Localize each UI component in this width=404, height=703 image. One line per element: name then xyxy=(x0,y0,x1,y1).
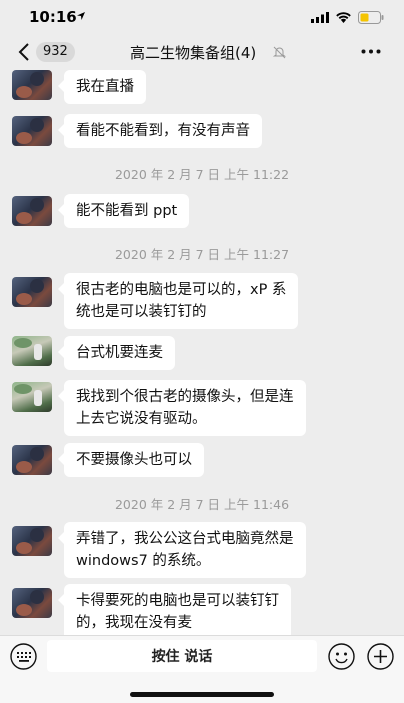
avatar[interactable] xyxy=(12,445,52,475)
message-text: 台式机要连麦 xyxy=(76,345,163,361)
home-indicator xyxy=(130,692,274,697)
chat-input-bar: 按住 说话 xyxy=(0,635,404,703)
message-text: 我在直播 xyxy=(76,79,134,95)
cellular-signal-icon xyxy=(311,12,329,23)
status-bar: 10:16 xyxy=(0,0,404,34)
wifi-icon xyxy=(336,12,351,23)
avatar[interactable] xyxy=(12,382,52,412)
avatar[interactable] xyxy=(12,70,52,100)
battery-icon xyxy=(358,11,384,24)
message-bubble[interactable]: 很古老的电脑也是可以的，xP 系 统也是可以装钉钉的 xyxy=(57,273,299,329)
status-time: 10:16 xyxy=(29,8,77,26)
message-bubble[interactable]: 看能不能看到，有没有声音 xyxy=(58,114,262,148)
message-text-line: 卡得要死的电脑也是可以装钉钉 xyxy=(76,593,279,609)
message-bubble[interactable]: 卡得要死的电脑也是可以装钉钉 的，我现在没有麦 xyxy=(58,584,291,635)
message-text: 不要摄像头也可以 xyxy=(76,452,192,468)
avatar[interactable] xyxy=(12,196,52,226)
avatar[interactable] xyxy=(12,116,52,146)
message-text-line: 的，我现在没有麦 xyxy=(76,615,192,631)
chevron-left-icon[interactable] xyxy=(18,43,30,61)
chat-title: 高二生物集备组(4) xyxy=(130,44,257,62)
message-text: 能不能看到 ppt xyxy=(76,203,178,219)
timestamp: 2020 年 2 月 7 日 上午 11:46 xyxy=(114,497,290,512)
avatar[interactable] xyxy=(12,277,52,307)
message-bubble[interactable]: 能不能看到 ppt xyxy=(57,194,190,228)
message-list[interactable]: 我在直播 看能不能看到，有没有声音 2020 年 2 月 7 日 上午 11:2… xyxy=(0,70,404,635)
timestamp: 2020 年 2 月 7 日 上午 11:27 xyxy=(114,247,290,262)
hold-to-talk-button[interactable]: 按住 说话 xyxy=(47,640,317,672)
message-text: 看能不能看到，有没有声音 xyxy=(76,123,250,139)
message-text-line: 上去它说没有驱动。 xyxy=(76,411,207,427)
message-text-line: windows7 的系统。 xyxy=(76,553,211,569)
message-text-line: 我找到个很古老的摄像头，但是连 xyxy=(76,389,294,405)
keyboard-icon[interactable] xyxy=(10,643,37,670)
avatar[interactable] xyxy=(12,526,52,556)
timestamp: 2020 年 2 月 7 日 上午 11:22 xyxy=(114,167,290,182)
message-text-line: 弄错了，我公公这台式电脑竟然是 xyxy=(76,531,294,547)
bell-off-icon xyxy=(273,46,286,59)
unread-count-badge[interactable]: 932 xyxy=(36,42,75,62)
message-bubble[interactable]: 不要摄像头也可以 xyxy=(58,443,204,477)
chat-header: 932 高二生物集备组(4) xyxy=(0,34,404,70)
avatar[interactable] xyxy=(12,336,52,366)
plus-circle-icon[interactable] xyxy=(367,643,394,670)
location-arrow-icon xyxy=(77,12,85,20)
message-bubble[interactable]: 弄错了，我公公这台式电脑竟然是 windows7 的系统。 xyxy=(58,522,306,578)
message-text-line: 很古老的电脑也是可以的，xP 系 xyxy=(76,282,287,298)
message-bubble[interactable]: 台式机要连麦 xyxy=(58,336,175,370)
avatar[interactable] xyxy=(12,588,52,618)
more-dots-icon[interactable] xyxy=(361,49,381,54)
emoji-icon[interactable] xyxy=(328,643,355,670)
message-bubble[interactable]: 我找到个很古老的摄像头，但是连 上去它说没有驱动。 xyxy=(58,380,306,436)
message-bubble[interactable]: 我在直播 xyxy=(58,70,146,104)
message-text-line: 统也是可以装钉钉的 xyxy=(76,304,207,320)
